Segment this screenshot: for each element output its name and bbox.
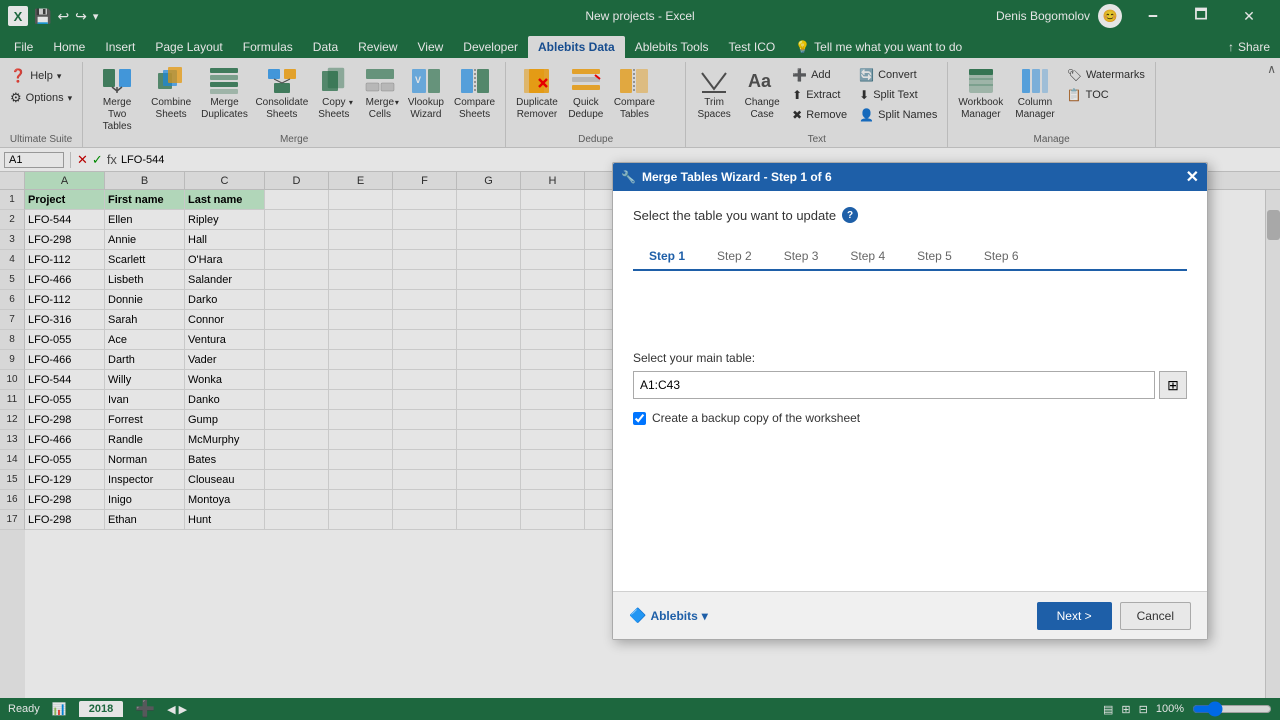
next-button[interactable]: Next > (1037, 602, 1112, 630)
main-table-label: Select your main table: (633, 351, 1187, 365)
modal-title: Merge Tables Wizard - Step 1 of 6 (642, 170, 832, 184)
modal-title-bar: 🔧 Merge Tables Wizard - Step 1 of 6 ✕ (613, 163, 1207, 191)
backup-checkbox[interactable] (633, 412, 646, 425)
select-range-icon: ⊞ (1167, 377, 1179, 394)
step-tab-3[interactable]: Step 3 (768, 243, 835, 271)
step-tab-4[interactable]: Step 4 (834, 243, 901, 271)
modal-icon: 🔧 (621, 170, 636, 184)
cancel-button[interactable]: Cancel (1120, 602, 1191, 630)
step-tab-1[interactable]: Step 1 (633, 243, 701, 271)
modal-help-icon[interactable]: ? (842, 207, 858, 223)
ablebits-logo-icon: 🔷 (629, 607, 646, 624)
modal-question-text: Select the table you want to update (633, 208, 836, 223)
step-tab-6[interactable]: Step 6 (968, 243, 1035, 271)
step-tab-2[interactable]: Step 2 (701, 243, 768, 271)
ablebits-brand-label: Ablebits (650, 609, 697, 623)
modal-footer: 🔷 Ablebits ▾ Next > Cancel (613, 591, 1207, 639)
modal-question: Select the table you want to update ? (633, 207, 1187, 223)
select-range-button[interactable]: ⊞ (1159, 371, 1187, 399)
modal-close-button[interactable]: ✕ (1186, 167, 1199, 187)
wizard-step-tabs: Step 1 Step 2 Step 3 Step 4 Step 5 Step … (633, 243, 1187, 271)
main-table-input-row: ⊞ (633, 371, 1187, 399)
step-tab-5[interactable]: Step 5 (901, 243, 968, 271)
modal-body: Select the table you want to update ? St… (613, 191, 1207, 591)
backup-checkbox-label: Create a backup copy of the worksheet (652, 411, 860, 425)
modal-title-left: 🔧 Merge Tables Wizard - Step 1 of 6 (621, 170, 832, 184)
merge-tables-wizard: 🔧 Merge Tables Wizard - Step 1 of 6 ✕ Se… (612, 162, 1208, 640)
footer-buttons: Next > Cancel (1037, 602, 1191, 630)
ablebits-dropdown-icon: ▾ (702, 609, 708, 623)
main-table-input[interactable] (633, 371, 1155, 399)
main-table-section: Select your main table: ⊞ Create a backu… (633, 351, 1187, 425)
backup-checkbox-row: Create a backup copy of the worksheet (633, 411, 1187, 425)
ablebits-brand[interactable]: 🔷 Ablebits ▾ (629, 607, 708, 624)
